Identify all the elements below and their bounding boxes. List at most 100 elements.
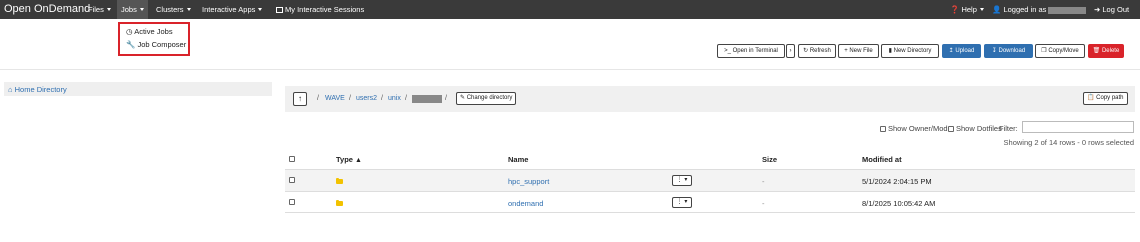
logout-label: Log Out xyxy=(1102,5,1130,14)
file-modified: 8/1/2025 10:05:42 AM xyxy=(862,199,936,208)
brand-link[interactable]: Open OnDemand xyxy=(4,3,90,15)
refresh-icon: ↻ xyxy=(803,48,809,54)
edit-icon: ✎ xyxy=(460,95,466,101)
row-checkbox[interactable] xyxy=(289,199,295,205)
column-header-type[interactable]: Type ▲ xyxy=(336,155,362,164)
column-header-name[interactable]: Name xyxy=(508,155,528,164)
breadcrumb-separator: / xyxy=(381,95,383,102)
arrow-up-icon: ↑ xyxy=(298,94,302,103)
copy-path-button[interactable]: 📋 Copy path xyxy=(1083,92,1128,105)
nav-clusters-label: Clusters xyxy=(156,5,184,14)
new-file-label: New File xyxy=(849,48,873,54)
breadcrumb-users2[interactable]: users2 xyxy=(356,95,377,102)
wrench-icon: 🔧 xyxy=(126,40,136,49)
new-directory-button[interactable]: ▮ New Directory xyxy=(881,44,939,58)
breadcrumb-unix[interactable]: unix xyxy=(388,95,401,102)
row-checkbox[interactable] xyxy=(289,177,295,183)
nav-jobs-label: Jobs xyxy=(121,5,137,14)
job-composer-label: Job Composer xyxy=(137,40,187,49)
nav-jobs-menu[interactable]: Jobs xyxy=(117,0,148,19)
nav-files-menu[interactable]: Files xyxy=(88,5,111,14)
breadcrumb-wave[interactable]: WAVE xyxy=(325,95,345,102)
nav-my-sessions-label: My Interactive Sessions xyxy=(285,5,365,14)
breadcrumb-separator: / xyxy=(405,95,407,102)
terminal-icon: >_ xyxy=(724,48,731,54)
file-name-link[interactable]: hpc_support xyxy=(508,177,549,186)
nav-my-sessions-link[interactable]: My Interactive Sessions xyxy=(276,5,364,14)
copy-path-label: Copy path xyxy=(1096,95,1124,101)
toolbar-divider xyxy=(0,69,1140,70)
change-directory-button[interactable]: ✎ Change directory xyxy=(456,92,517,105)
change-directory-label: Change directory xyxy=(466,95,513,101)
delete-label: Delete xyxy=(1101,48,1120,54)
nav-files-label: Files xyxy=(88,5,104,14)
logout-link[interactable]: ➜ Log Out xyxy=(1094,5,1129,14)
breadcrumb-separator: / xyxy=(317,95,319,102)
table-row[interactable]: ondemand ⋮ ▾ - 8/1/2025 10:05:42 AM xyxy=(285,191,1135,213)
filter-input[interactable] xyxy=(1022,121,1134,133)
copy-move-label: Copy/Move xyxy=(1048,48,1079,54)
column-header-size[interactable]: Size xyxy=(762,155,777,164)
upload-label: Upload xyxy=(955,48,975,54)
open-in-terminal-button[interactable]: >_ Open in Terminal xyxy=(717,44,785,58)
path-bar: ↑ / WAVE / users2 / unix / / ✎ Change di… xyxy=(285,86,1135,112)
sort-ascending-icon: ▲ xyxy=(355,157,362,164)
download-button[interactable]: ↧ Download xyxy=(984,44,1033,58)
logged-in-label: Logged in as xyxy=(1003,5,1047,14)
active-jobs-label: Active Jobs xyxy=(134,27,173,36)
download-label: Download xyxy=(998,48,1026,54)
breadcrumb-separator: / xyxy=(445,95,447,102)
chevron-down-icon xyxy=(106,8,111,11)
nav-interactive-apps-menu[interactable]: Interactive Apps xyxy=(202,5,263,14)
copy-icon: ❐ xyxy=(1041,48,1047,54)
checkbox[interactable] xyxy=(948,126,954,132)
chevron-down-icon xyxy=(139,8,144,11)
go-up-button[interactable]: ↑ xyxy=(293,92,307,106)
upload-button[interactable]: ↥ Upload xyxy=(942,44,981,58)
copy-move-button[interactable]: ❐ Copy/Move xyxy=(1035,44,1085,58)
refresh-label: Refresh xyxy=(809,48,831,54)
nav-clusters-menu[interactable]: Clusters xyxy=(156,5,191,14)
file-size: - xyxy=(762,199,765,208)
row-actions-button[interactable]: ⋮ ▾ xyxy=(672,197,692,208)
show-dotfiles-toggle[interactable]: Show Dotfiles xyxy=(948,124,1002,133)
chevron-down-icon xyxy=(186,8,191,11)
help-menu[interactable]: ❓ Help xyxy=(950,5,984,14)
delete-button[interactable]: 🗑 Delete xyxy=(1088,44,1124,58)
row-menu-icon: ⋮ ▾ xyxy=(676,199,688,205)
column-header-modified[interactable]: Modified at xyxy=(862,155,902,164)
type-header-label: Type xyxy=(336,155,353,164)
upload-icon: ↥ xyxy=(948,48,954,54)
new-file-button[interactable]: + New File xyxy=(838,44,879,58)
sidebar-item-home-directory[interactable]: ⌂ Home Directory xyxy=(8,85,67,94)
refresh-button[interactable]: ↻ Refresh xyxy=(798,44,836,58)
nav-interactive-apps-label: Interactive Apps xyxy=(202,5,256,14)
show-dotfiles-label: Show Dotfiles xyxy=(956,124,1002,133)
show-owner-mode-toggle[interactable]: Show Owner/Mode xyxy=(880,124,952,133)
table-row[interactable]: hpc_support ⋮ ▾ - 5/1/2024 2:04:15 PM xyxy=(285,169,1135,191)
checkbox[interactable] xyxy=(880,126,886,132)
folder-icon: ▮ xyxy=(888,48,892,54)
file-name-link[interactable]: ondemand xyxy=(508,199,543,208)
chevron-down-icon xyxy=(258,8,263,11)
menu-item-job-composer[interactable]: 🔧 Job Composer xyxy=(126,40,186,49)
row-menu-icon: ⋮ ▾ xyxy=(676,177,688,183)
help-label: Help xyxy=(961,5,977,14)
redacted-username xyxy=(412,95,442,103)
logout-icon: ➜ xyxy=(1094,5,1101,14)
breadcrumb-separator: / xyxy=(349,95,351,102)
logged-in-status: 👤 Logged in as xyxy=(992,5,1087,14)
trash-icon: 🗑 xyxy=(1092,48,1101,54)
terminal-dropdown-toggle[interactable]: › xyxy=(786,44,795,58)
file-modified: 5/1/2024 2:04:15 PM xyxy=(862,177,932,186)
menu-item-active-jobs[interactable]: ◷ Active Jobs xyxy=(126,27,173,36)
select-all-checkbox[interactable] xyxy=(289,156,295,162)
folder-icon xyxy=(336,177,343,184)
new-directory-label: New Directory xyxy=(893,48,932,54)
row-actions-button[interactable]: ⋮ ▾ xyxy=(672,175,692,186)
help-icon: ❓ xyxy=(950,5,960,14)
folder-icon xyxy=(336,199,343,206)
show-owner-mode-label: Show Owner/Mode xyxy=(888,124,952,133)
jobs-dropdown-menu: ◷ Active Jobs 🔧 Job Composer xyxy=(118,22,190,56)
filter-label: Filter: xyxy=(999,124,1018,133)
